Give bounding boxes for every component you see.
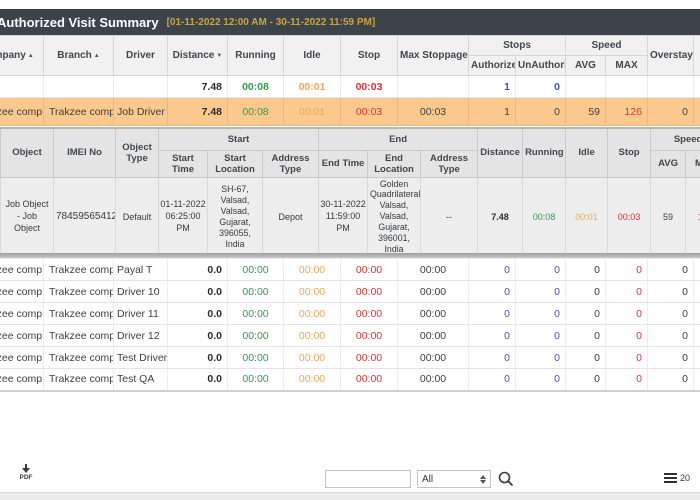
detail-start-time: 01-11-2022 06:25:00 PM: [159, 177, 208, 257]
cell-overstay: 0: [648, 98, 694, 126]
detail-col-address-type: Address Type: [263, 150, 319, 177]
col-group-stops: Stops: [469, 36, 566, 56]
col-header-authorized[interactable]: Authorized: [469, 56, 516, 76]
cell-running: 00:08: [228, 98, 284, 126]
cell-stop: 00:03: [341, 98, 398, 126]
col-header-idle[interactable]: Idle: [284, 36, 341, 76]
cell-max-stoppage: 00:03: [398, 98, 469, 126]
selected-filter-value: All: [422, 474, 433, 485]
detail-group-start: Start: [159, 128, 319, 150]
main-table-top: Company▲ Branch▲ Driver Distance▼ Runnin…: [0, 35, 700, 126]
col-header-overstay[interactable]: Overstay: [648, 36, 694, 76]
summary-unauthorized: 0: [516, 76, 566, 98]
detail-max: 126: [686, 177, 700, 257]
table-row[interactable]: Trakzee comp Trakzee comp Driver 10 0.0 …: [0, 281, 700, 303]
col-header-branch[interactable]: Branch▲: [44, 36, 114, 76]
col-header-driver[interactable]: Driver: [114, 36, 168, 76]
detail-col-stop: Stop: [608, 128, 651, 177]
detail-table: Object IMEI No Object Type Start End Dis…: [0, 127, 700, 257]
detail-idle: 00:01: [566, 177, 608, 257]
col-header-partial[interactable]: A: [694, 36, 700, 76]
col-header-running[interactable]: Running: [228, 36, 284, 76]
page-size-control[interactable]: 20: [664, 473, 690, 483]
summary-stop: 00:03: [341, 76, 398, 98]
main-table-rows: Trakzee comp Trakzee comp Payal T 0.0 00…: [0, 258, 700, 392]
pdf-label: PDF: [17, 474, 35, 481]
detail-start-location: SH-67, Valsad, Valsad, Gujarat, 396055, …: [208, 177, 263, 257]
detail-group-speed: Speed: [651, 128, 700, 150]
col-header-company[interactable]: Company▲: [0, 36, 44, 76]
detail-col-imei: IMEI No: [54, 128, 116, 177]
cell-authorized: 1: [469, 98, 516, 126]
cell-avg: 59: [566, 98, 606, 126]
cell-idle: 00:01: [284, 98, 341, 126]
detail-col-end-location: End Location: [368, 150, 421, 177]
cell-unauthorized: 0: [516, 98, 566, 126]
search-button[interactable]: [497, 470, 515, 488]
detail-group-end: End: [319, 128, 478, 150]
col-header-unauthorized[interactable]: UnAuthorized: [516, 56, 566, 76]
detail-imei: 78459565412: [54, 177, 116, 257]
summary-running: 00:08: [228, 76, 284, 98]
col-header-max-stoppage[interactable]: Max Stoppage: [398, 36, 469, 76]
col-header-stop[interactable]: Stop: [341, 36, 398, 76]
table-row[interactable]: Trakzee comp Trakzee comp Test QA 0.0 00…: [0, 369, 700, 391]
search-input[interactable]: [325, 470, 411, 488]
bottom-status-strip: [0, 492, 700, 500]
detail-object-type: Default: [116, 177, 159, 257]
page-title: Authorized Visit Summary: [0, 15, 159, 30]
sort-desc-icon: ▼: [216, 53, 222, 59]
sort-asc-icon: ▲: [28, 53, 34, 59]
cell-branch: Trakzee comp: [44, 98, 114, 126]
cell-company: Trakzee comp: [0, 98, 44, 126]
detail-end-time: 30-11-2022 11:59:00 PM: [319, 177, 368, 257]
detail-col-running: Running: [523, 128, 566, 177]
search-column-select[interactable]: All: [417, 470, 491, 488]
export-pdf-button[interactable]: PDF: [17, 464, 35, 481]
sort-asc-icon: ▲: [94, 53, 100, 59]
col-group-speed: Speed: [566, 36, 648, 56]
detail-col-distance: Distance: [478, 128, 523, 177]
cell-max: 126: [606, 98, 648, 126]
table-row[interactable]: Trakzee comp Trakzee comp Driver 12 0.0 …: [0, 325, 700, 347]
detail-start-address-type: Depot: [263, 177, 319, 257]
search-icon: [497, 470, 515, 488]
titlebar: Authorized Visit Summary [01-11-2022 12:…: [0, 9, 700, 35]
summary-authorized: 1: [469, 76, 516, 98]
col-header-avg[interactable]: AVG: [566, 56, 606, 76]
detail-col-max: MAX: [686, 150, 700, 177]
select-spinner-icon: [480, 475, 486, 484]
detail-col-idle: Idle: [566, 128, 608, 177]
detail-col-object-type: Object Type: [116, 128, 159, 177]
summary-idle: 00:01: [284, 76, 341, 98]
cell-driver: Job Driver: [114, 98, 168, 126]
detail-distance: 7.48: [478, 177, 523, 257]
detail-end-address-type: --: [421, 177, 478, 257]
detail-col-object: Object: [1, 128, 54, 177]
detail-end-location: Golden Quadrilateral, Valsad, Valsad, Gu…: [368, 177, 421, 257]
detail-col-start-time: Start Time: [159, 150, 208, 177]
summary-row: 7.48 00:08 00:01 00:03 1 0: [0, 76, 700, 98]
detail-avg: 59: [651, 177, 686, 257]
menu-icon: [664, 473, 677, 483]
table-row[interactable]: Trakzee comp Trakzee comp Driver 11 0.0 …: [0, 303, 700, 325]
table-row[interactable]: Trakzee comp Trakzee comp Payal T 0.0 00…: [0, 259, 700, 281]
summary-distance: 7.48: [168, 76, 228, 98]
report-date-range: [01-11-2022 12:00 AM - 30-11-2022 11:59 …: [167, 17, 376, 28]
col-header-max[interactable]: MAX: [606, 56, 648, 76]
col-header-distance[interactable]: Distance▼: [168, 36, 228, 76]
detail-col-start-location: Start Location: [208, 150, 263, 177]
detail-object: Job Object - Job Object: [1, 177, 54, 257]
report-window: Authorized Visit Summary [01-11-2022 12:…: [0, 0, 700, 500]
selected-row[interactable]: Trakzee comp Trakzee comp Job Driver 7.4…: [0, 98, 700, 126]
detail-col-address-type-end: Address Type: [421, 150, 478, 177]
detail-running: 00:08: [523, 177, 566, 257]
detail-stop: 00:03: [608, 177, 651, 257]
detail-col-end-time: End Time: [319, 150, 368, 177]
detail-col-avg: AVG: [651, 150, 686, 177]
page-size-value: 20: [680, 473, 690, 483]
cell-distance: 7.48: [168, 98, 228, 126]
table-row[interactable]: Trakzee comp Trakzee comp Test Driver 0.…: [0, 347, 700, 369]
detail-row: Job Object - Job Object 78459565412 Defa…: [1, 177, 700, 257]
